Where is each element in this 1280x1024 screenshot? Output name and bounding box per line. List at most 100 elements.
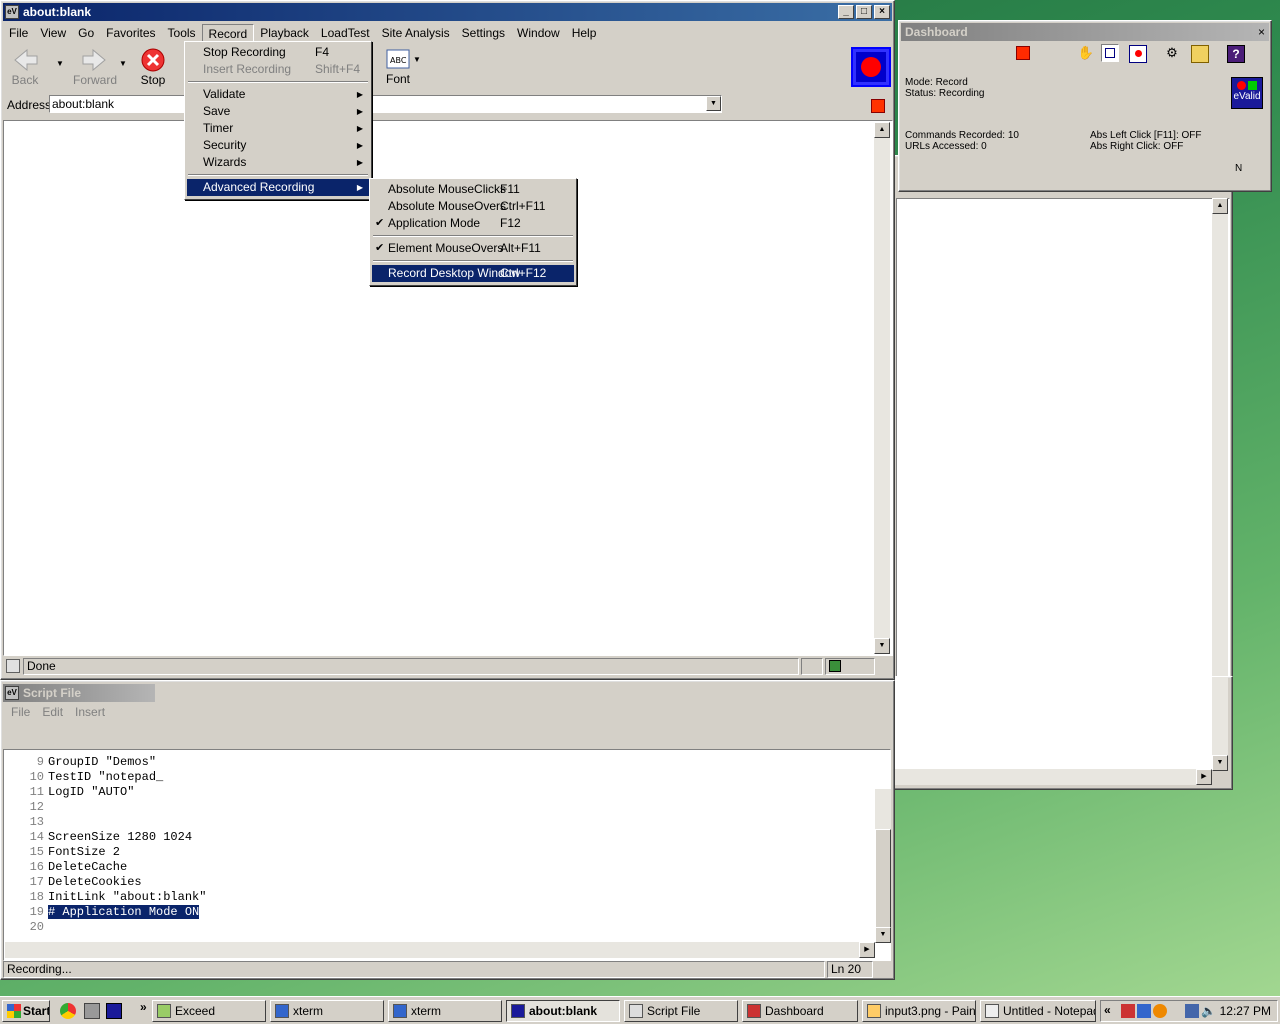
- quicklaunch-more-icon[interactable]: »: [140, 1000, 147, 1014]
- menu-item-timer[interactable]: Timer ▶: [187, 120, 369, 137]
- line-number: 13: [29, 815, 44, 829]
- script-menu-edit[interactable]: Edit: [36, 703, 69, 721]
- menu-item-record-desktop-window[interactable]: Record Desktop Window Ctrl+F12: [372, 265, 574, 282]
- taskbar-item-xterm[interactable]: xterm: [388, 1000, 502, 1022]
- dashboard-cut-letter: N: [1235, 163, 1243, 174]
- back-dropdown-icon[interactable]: ▼: [56, 59, 64, 68]
- network-quicklaunch-icon[interactable]: [84, 1003, 100, 1019]
- address-bar-stop-icon[interactable]: [871, 99, 885, 113]
- stop-button[interactable]: Stop: [140, 47, 166, 87]
- taskbar-item-exceed[interactable]: Exceed: [152, 1000, 266, 1022]
- code-line: # Application Mode ON: [48, 905, 200, 919]
- dashboard-close-icon[interactable]: ×: [1258, 25, 1265, 39]
- tray-icon-3[interactable]: [1153, 1004, 1167, 1018]
- evalid-quicklaunch-icon[interactable]: [106, 1003, 122, 1019]
- tray-icon-1[interactable]: [1121, 1004, 1135, 1018]
- folder-icon[interactable]: [1191, 45, 1209, 63]
- menu-go[interactable]: Go: [72, 24, 100, 44]
- menu-item-absolute-mouseovers[interactable]: Absolute MouseOvers Ctrl+F11: [372, 198, 574, 215]
- menu-item-absolute-mouseclicks[interactable]: Absolute MouseClicks F11: [372, 181, 574, 198]
- tray-expand-icon[interactable]: «: [1104, 1003, 1111, 1017]
- line-number: 10: [29, 770, 44, 784]
- address-input[interactable]: about:blank: [49, 95, 722, 113]
- back-button[interactable]: Back: [11, 47, 39, 87]
- hand-icon[interactable]: ✋: [1077, 45, 1095, 63]
- taskbar-item-script-file[interactable]: Script File: [624, 1000, 738, 1022]
- record-stop-icon[interactable]: [1016, 46, 1030, 60]
- stop-icon: [141, 48, 165, 72]
- code-line: TestID "notepad_: [48, 770, 164, 784]
- chrome-quicklaunch-icon[interactable]: [60, 1003, 76, 1019]
- taskbar-item-dashboard[interactable]: Dashboard: [742, 1000, 858, 1022]
- address-dropdown-button[interactable]: ▼: [706, 96, 721, 111]
- menu-item-stop-recording[interactable]: Stop Recording F4: [187, 44, 369, 61]
- menu-help[interactable]: Help: [566, 24, 603, 44]
- taskbar-app-icon: [867, 1004, 881, 1018]
- window-icon[interactable]: [1101, 44, 1119, 62]
- menu-site-analysis[interactable]: Site Analysis: [376, 24, 456, 44]
- evalid-logo: eValid: [1231, 77, 1263, 109]
- line-number: 16: [29, 860, 44, 874]
- script-menu-insert[interactable]: Insert: [69, 703, 111, 721]
- taskbar-item-about-blank[interactable]: about:blank: [506, 1000, 620, 1022]
- help-icon[interactable]: ?: [1227, 45, 1245, 63]
- settings-icon[interactable]: ⚙: [1163, 45, 1181, 63]
- taskbar-app-icon: [511, 1004, 525, 1018]
- forward-button[interactable]: Forward: [73, 47, 117, 87]
- menu-window[interactable]: Window: [511, 24, 566, 44]
- script-menu-file[interactable]: File: [5, 703, 36, 721]
- menu-item-validate[interactable]: Validate ▶: [187, 86, 369, 103]
- close-button[interactable]: ×: [874, 5, 890, 19]
- menu-file[interactable]: File: [3, 24, 34, 44]
- browser-app-icon: eV: [5, 5, 19, 19]
- tray-volume-icon[interactable]: 🔈: [1201, 1004, 1216, 1018]
- dashboard-titlebar[interactable]: Dashboard ×: [901, 23, 1269, 41]
- forward-dropdown-icon[interactable]: ▼: [119, 59, 127, 68]
- minimize-button[interactable]: _: [838, 5, 854, 19]
- font-dropdown-icon[interactable]: ▼: [413, 55, 421, 64]
- menu-item-save[interactable]: Save ▶: [187, 103, 369, 120]
- menu-view[interactable]: View: [34, 24, 72, 44]
- browser-title: about:blank: [23, 5, 91, 19]
- dashboard-urls: URLs Accessed: 0: [905, 141, 987, 152]
- script-menubar: File Edit Insert: [5, 703, 111, 721]
- tray-network-icon[interactable]: [1185, 1004, 1199, 1018]
- code-line: InitLink "about:blank": [48, 890, 207, 904]
- dashboard-abs-right: Abs Right Click: OFF: [1090, 141, 1184, 152]
- browser-titlebar[interactable]: eV about:blank _ □ ×: [3, 3, 892, 21]
- script-vscroll[interactable]: ▼: [875, 789, 891, 943]
- code-line: GroupID "Demos": [48, 755, 157, 769]
- font-button[interactable]: ABC Font: [386, 49, 410, 86]
- menu-item-advanced-recording[interactable]: Advanced Recording ▶: [187, 179, 369, 196]
- script-file-titlebar[interactable]: eV Script File: [3, 684, 155, 702]
- code-line: DeleteCache: [48, 860, 128, 874]
- script-hscroll[interactable]: ▶: [5, 942, 875, 958]
- script-file-app-icon: eV: [5, 686, 19, 700]
- maximize-button[interactable]: □: [856, 5, 872, 19]
- taskbar-item-xterm[interactable]: xterm: [270, 1000, 384, 1022]
- menu-favorites[interactable]: Favorites: [100, 24, 161, 44]
- check-icon: ✔: [375, 217, 385, 229]
- line-number: 20: [29, 920, 44, 934]
- dashboard-status: Status: Recording: [905, 88, 985, 99]
- browser-vscroll[interactable]: ▲ ▼: [874, 122, 890, 654]
- taskbar-item-input3-png-paint[interactable]: input3.png - Paint: [862, 1000, 976, 1022]
- screen-icon[interactable]: [1129, 45, 1147, 63]
- taskbar-app-icon: [393, 1004, 407, 1018]
- line-number: 15: [29, 845, 44, 859]
- start-button[interactable]: Start: [2, 1000, 50, 1022]
- menu-item-wizards[interactable]: Wizards ▶: [187, 154, 369, 171]
- menu-item-application-mode[interactable]: ✔ Application Mode F12: [372, 215, 574, 232]
- script-file-title: Script File: [23, 686, 82, 700]
- dashboard-commands: Commands Recorded: 10: [905, 130, 1019, 141]
- tray-icon-2[interactable]: [1137, 1004, 1151, 1018]
- code-line: FontSize 2: [48, 845, 121, 859]
- menu-item-element-mouseovers[interactable]: ✔ Element MouseOvers Alt+F11: [372, 240, 574, 257]
- menu-item-security[interactable]: Security ▶: [187, 137, 369, 154]
- record-indicator-button[interactable]: [851, 47, 891, 87]
- script-line-number: Ln 20: [831, 962, 862, 976]
- status-page-icon: [6, 659, 20, 673]
- menu-settings[interactable]: Settings: [456, 24, 511, 44]
- taskbar-item-untitled-notepad[interactable]: Untitled - Notepad: [980, 1000, 1096, 1022]
- script-editor[interactable]: 9 GroupID "Demos" 10 TestID "notepad_ 11 LogI…: [3, 749, 891, 961]
